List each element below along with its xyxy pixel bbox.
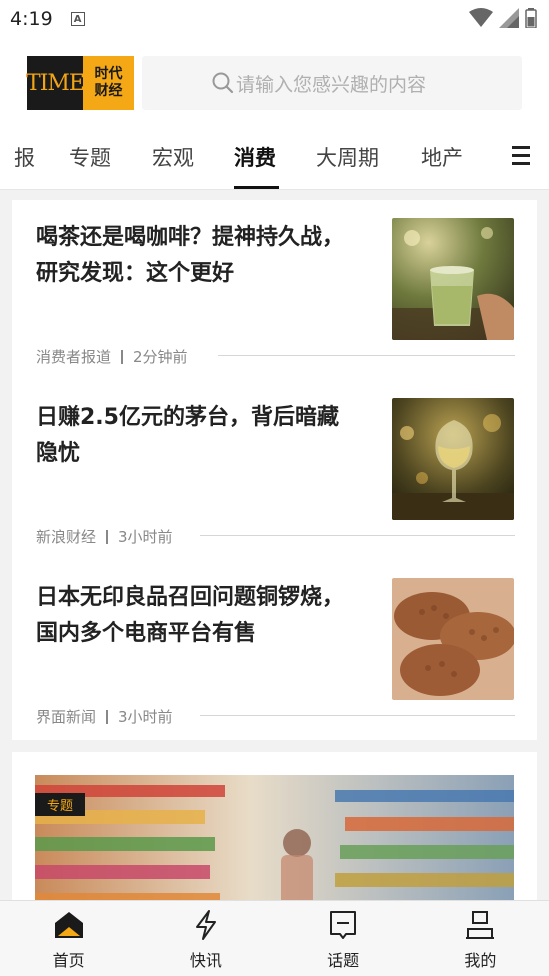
tab-real-estate[interactable]: 地产	[421, 142, 463, 172]
article-thumbnail[interactable]	[392, 578, 514, 700]
article-source: 消费者报道	[36, 348, 112, 366]
meta-rule	[200, 535, 515, 536]
status-bar: 4:19 A	[0, 0, 549, 38]
signal-icon	[499, 8, 519, 28]
feature-badge: 专题	[35, 793, 86, 816]
home-icon	[54, 912, 83, 938]
bottom-nav: 首页 快讯 话题 我的	[0, 900, 549, 976]
article-title[interactable]: 喝茶还是喝咖啡？提神持久战，研究发现：这个更好	[36, 220, 346, 292]
article-meta: 新浪财经 3小时前	[36, 526, 173, 547]
battery-icon	[525, 8, 537, 28]
search-placeholder: 请输入您感兴趣的内容	[236, 73, 427, 96]
logo-wordmark-line2: 财经	[94, 83, 123, 99]
nav-flash[interactable]: 快讯	[137, 901, 274, 976]
supermarket-image	[35, 775, 514, 915]
active-tab-indicator	[234, 186, 279, 189]
article-thumbnail[interactable]	[392, 398, 514, 520]
article-thumbnail[interactable]	[392, 218, 514, 340]
menu-icon[interactable]	[512, 146, 530, 166]
app-header: TIME 时代 财经 请输入您感兴趣的内容	[0, 38, 549, 122]
feature-banner[interactable]	[35, 775, 514, 915]
nav-home[interactable]: 首页	[0, 901, 137, 976]
article-time: 3小时前	[118, 528, 173, 546]
nav-topics-label: 话题	[327, 951, 360, 970]
feature-card[interactable]: 专题	[12, 752, 537, 915]
tab-consumption[interactable]: 消费	[234, 142, 276, 172]
article-meta: 界面新闻 3小时前	[36, 706, 173, 727]
matcha-latte-image	[392, 218, 514, 340]
article-item[interactable]: 喝茶还是喝咖啡？提神持久战，研究发现：这个更好 消费者报道 2分钟前	[12, 200, 537, 380]
article-source: 新浪财经	[36, 528, 97, 546]
status-icons	[469, 8, 537, 28]
search-icon	[212, 72, 234, 94]
logo-mark: TIME	[26, 56, 85, 110]
article-time: 2分钟前	[133, 348, 188, 366]
app-logo[interactable]: TIME 时代 财经	[26, 56, 134, 110]
nav-topics[interactable]: 话题	[275, 901, 412, 976]
tab-special[interactable]: 专题	[69, 142, 111, 172]
article-item[interactable]: 日赚2.5亿元的茅台，背后暗藏隐忧 新浪财经 3小时前	[12, 380, 537, 560]
notification-icon: A	[70, 12, 85, 26]
nav-profile-label: 我的	[464, 951, 497, 970]
meta-divider	[121, 349, 124, 364]
nav-flash-label: 快讯	[189, 951, 222, 970]
taiyaki-image	[392, 578, 514, 700]
article-item[interactable]: 日本无印良品召回问题铜锣烧，国内多个电商平台有售 界面新闻 3小时前	[12, 560, 537, 740]
tab-report[interactable]: 报	[14, 142, 35, 172]
category-tabs: 报 专题 宏观 消费 大周期 地产	[0, 122, 549, 190]
article-source: 界面新闻	[36, 708, 97, 726]
meta-rule	[200, 715, 515, 716]
article-title[interactable]: 日赚2.5亿元的茅台，背后暗藏隐忧	[36, 400, 346, 472]
wine-glass-image	[392, 398, 514, 520]
tab-big-cycle[interactable]: 大周期	[316, 142, 379, 172]
meta-divider	[106, 529, 109, 544]
logo-wordmark: 时代 财经	[83, 56, 134, 110]
meta-divider	[106, 709, 109, 724]
article-title[interactable]: 日本无印良品召回问题铜锣烧，国内多个电商平台有售	[36, 580, 346, 652]
wifi-icon	[469, 8, 493, 27]
article-list: 喝茶还是喝咖啡？提神持久战，研究发现：这个更好 消费者报道 2分钟前 日赚2.5…	[12, 200, 537, 740]
nav-profile[interactable]: 我的	[412, 901, 549, 976]
search-input[interactable]: 请输入您感兴趣的内容	[142, 56, 522, 110]
article-time: 3小时前	[118, 708, 173, 726]
nav-home-label: 首页	[52, 951, 85, 970]
meta-rule	[218, 355, 515, 356]
topic-icon	[330, 911, 357, 939]
logo-wordmark-line1: 时代	[94, 66, 123, 82]
tab-macro[interactable]: 宏观	[152, 142, 194, 172]
article-meta: 消费者报道 2分钟前	[36, 346, 188, 367]
status-time: 4:19	[10, 8, 53, 30]
lightning-icon	[195, 910, 216, 940]
profile-icon	[466, 911, 495, 939]
